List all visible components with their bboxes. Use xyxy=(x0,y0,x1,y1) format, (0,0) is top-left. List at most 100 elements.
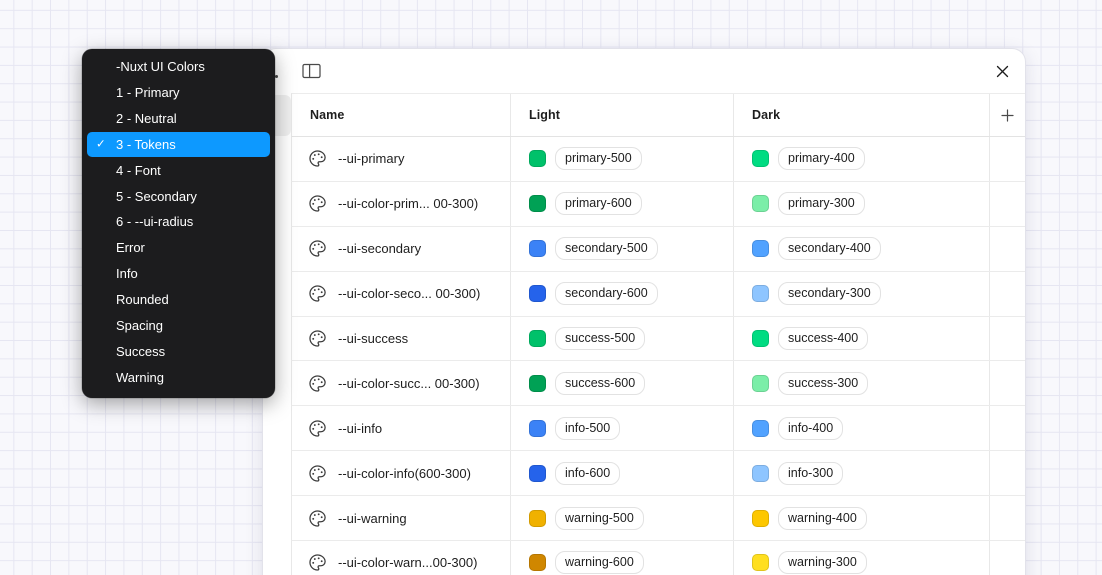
collections-dropdown-menu: -Nuxt UI Colors 1 - Primary 2 - Neutral … xyxy=(82,49,275,398)
variable-name: --ui-color-succ... 00-300) xyxy=(338,376,480,391)
token-badge[interactable]: success-500 xyxy=(555,327,645,350)
dark-value-cell[interactable]: success-300 xyxy=(733,361,989,405)
menu-item[interactable]: -Nuxt UI Colors xyxy=(87,54,270,80)
color-swatch xyxy=(752,330,769,347)
sidebar-toggle-button[interactable] xyxy=(298,58,324,84)
token-badge[interactable]: info-600 xyxy=(555,462,620,485)
light-value-cell[interactable]: success-600 xyxy=(510,361,733,405)
dark-value-cell[interactable]: secondary-300 xyxy=(733,272,989,316)
table-header-row: Name Light Dark xyxy=(291,93,1025,137)
dark-value-cell[interactable]: secondary-400 xyxy=(733,227,989,271)
variable-name-cell[interactable]: --ui-color-warn...00-300) xyxy=(292,541,510,575)
add-mode-button[interactable] xyxy=(989,94,1025,136)
panel-toolbar xyxy=(263,49,1025,93)
menu-item-label: Error xyxy=(116,240,145,255)
token-badge[interactable]: primary-400 xyxy=(778,147,865,170)
light-value-cell[interactable]: info-600 xyxy=(510,451,733,495)
variable-name-cell[interactable]: --ui-success xyxy=(292,317,510,361)
dark-value-cell[interactable]: warning-300 xyxy=(733,541,989,575)
menu-item[interactable]: 5 - Secondary xyxy=(87,183,270,209)
variable-name: --ui-secondary xyxy=(338,241,421,256)
empty-cell xyxy=(989,541,1025,575)
menu-item-label: 5 - Secondary xyxy=(116,189,197,204)
light-value-cell[interactable]: primary-600 xyxy=(510,182,733,226)
table-row: --ui-primary primary-500 primary-400 xyxy=(291,137,1025,182)
dark-value-cell[interactable]: info-400 xyxy=(733,406,989,450)
dark-value-cell[interactable]: success-400 xyxy=(733,317,989,361)
empty-cell xyxy=(989,317,1025,361)
menu-item[interactable]: Warning xyxy=(87,364,270,390)
token-badge[interactable]: primary-600 xyxy=(555,192,642,215)
variable-name-cell[interactable]: --ui-color-info(600-300) xyxy=(292,451,510,495)
token-badge[interactable]: success-300 xyxy=(778,372,868,395)
menu-item[interactable]: 4 - Font xyxy=(87,157,270,183)
variable-name: --ui-color-seco... 00-300) xyxy=(338,286,480,301)
token-badge[interactable]: secondary-600 xyxy=(555,282,658,305)
empty-cell xyxy=(989,272,1025,316)
variable-name: --ui-info xyxy=(338,421,382,436)
palette-icon xyxy=(308,149,327,168)
light-value-cell[interactable]: success-500 xyxy=(510,317,733,361)
dark-value-cell[interactable]: info-300 xyxy=(733,451,989,495)
token-badge[interactable]: info-400 xyxy=(778,417,843,440)
light-value-cell[interactable]: warning-500 xyxy=(510,496,733,540)
light-value-cell[interactable]: info-500 xyxy=(510,406,733,450)
color-swatch xyxy=(529,285,546,302)
token-badge[interactable]: secondary-300 xyxy=(778,282,881,305)
variable-name-cell[interactable]: --ui-warning xyxy=(292,496,510,540)
palette-icon xyxy=(308,509,327,528)
token-badge[interactable]: secondary-400 xyxy=(778,237,881,260)
color-swatch xyxy=(752,285,769,302)
plus-icon xyxy=(1001,109,1014,122)
color-swatch xyxy=(529,195,546,212)
menu-item[interactable]: 6 - --ui-radius xyxy=(87,209,270,235)
table-row: --ui-color-info(600-300) info-600 info-3… xyxy=(291,451,1025,496)
variable-name-cell[interactable]: --ui-color-prim... 00-300) xyxy=(292,182,510,226)
token-badge[interactable]: warning-300 xyxy=(778,551,867,574)
token-badge[interactable]: warning-400 xyxy=(778,507,867,530)
light-value-cell[interactable]: secondary-600 xyxy=(510,272,733,316)
token-badge[interactable]: primary-500 xyxy=(555,147,642,170)
dark-value-cell[interactable]: primary-300 xyxy=(733,182,989,226)
menu-item[interactable]: 1 - Primary xyxy=(87,80,270,106)
light-value-cell[interactable]: warning-600 xyxy=(510,541,733,575)
color-swatch xyxy=(752,510,769,527)
dark-value-cell[interactable]: warning-400 xyxy=(733,496,989,540)
empty-cell xyxy=(989,361,1025,405)
menu-item[interactable]: Rounded xyxy=(87,287,270,313)
token-badge[interactable]: secondary-500 xyxy=(555,237,658,260)
variable-name-cell[interactable]: --ui-secondary xyxy=(292,227,510,271)
menu-item[interactable]: ✓ 3 - Tokens xyxy=(87,132,270,158)
color-swatch xyxy=(752,465,769,482)
menu-item[interactable]: Spacing xyxy=(87,312,270,338)
variable-name-cell[interactable]: --ui-color-succ... 00-300) xyxy=(292,361,510,405)
color-swatch xyxy=(529,420,546,437)
token-badge[interactable]: success-600 xyxy=(555,372,645,395)
palette-icon xyxy=(308,553,327,572)
token-badge[interactable]: info-500 xyxy=(555,417,620,440)
table-row: --ui-color-seco... 00-300) secondary-600… xyxy=(291,272,1025,317)
light-value-cell[interactable]: primary-500 xyxy=(510,137,733,181)
palette-icon xyxy=(308,374,327,393)
menu-item-label: Spacing xyxy=(116,318,163,333)
menu-item[interactable]: Success xyxy=(87,338,270,364)
palette-icon xyxy=(308,194,327,213)
menu-item[interactable]: Info xyxy=(87,261,270,287)
variable-name-cell[interactable]: --ui-primary xyxy=(292,137,510,181)
menu-item-label: 6 - --ui-radius xyxy=(116,214,193,229)
token-badge[interactable]: info-300 xyxy=(778,462,843,485)
color-swatch xyxy=(752,195,769,212)
table-row: --ui-warning warning-500 warning-400 xyxy=(291,496,1025,541)
token-badge[interactable]: success-400 xyxy=(778,327,868,350)
dark-value-cell[interactable]: primary-400 xyxy=(733,137,989,181)
token-badge[interactable]: warning-500 xyxy=(555,507,644,530)
variable-name-cell[interactable]: --ui-color-seco... 00-300) xyxy=(292,272,510,316)
menu-item[interactable]: Error xyxy=(87,235,270,261)
close-button[interactable] xyxy=(989,58,1015,84)
variable-name-cell[interactable]: --ui-info xyxy=(292,406,510,450)
menu-item[interactable]: 2 - Neutral xyxy=(87,106,270,132)
light-value-cell[interactable]: secondary-500 xyxy=(510,227,733,271)
token-badge[interactable]: warning-600 xyxy=(555,551,644,574)
token-badge[interactable]: primary-300 xyxy=(778,192,865,215)
palette-icon xyxy=(308,419,327,438)
